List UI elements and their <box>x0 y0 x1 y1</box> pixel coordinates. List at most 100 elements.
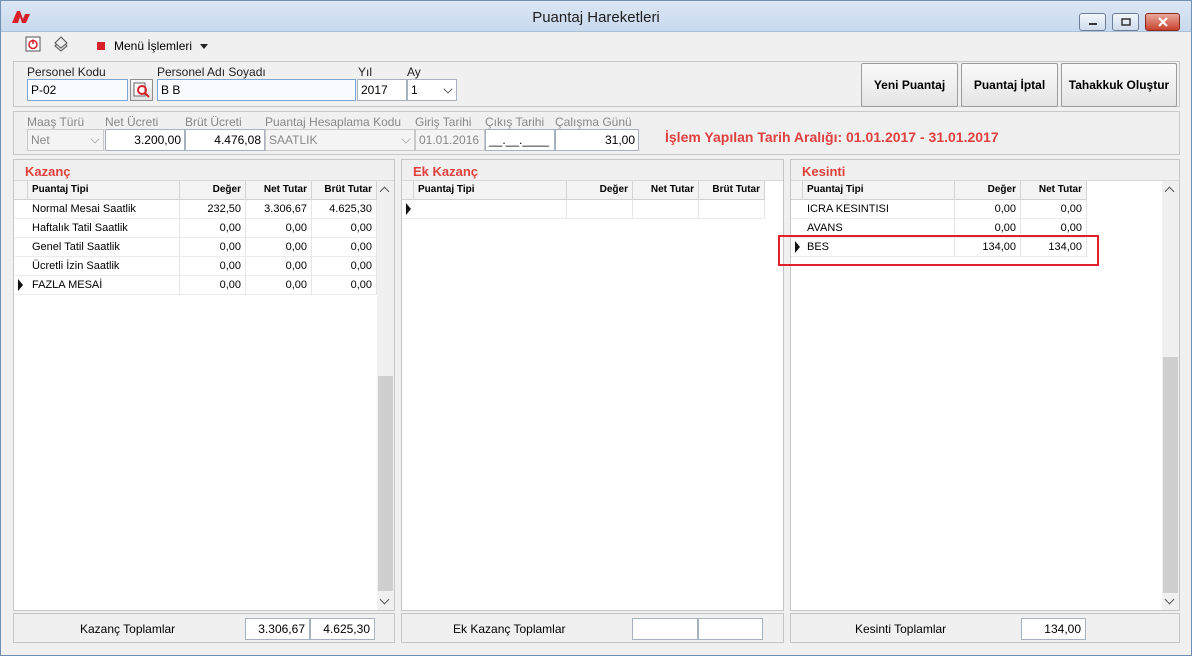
column-header[interactable]: Brüt Tutar <box>699 181 765 200</box>
column-header[interactable]: Net Tutar <box>246 181 312 200</box>
calisma-gunu-input[interactable]: 31,00 <box>555 129 639 151</box>
chevron-down-icon <box>443 84 453 94</box>
scroll-thumb[interactable] <box>378 376 393 591</box>
indicator-header <box>402 181 414 200</box>
maximize-icon <box>1120 18 1131 26</box>
table-row[interactable]: Genel Tatil Saatlik 0,00 0,00 0,00 <box>14 238 377 257</box>
menu-islemleri-button[interactable]: Menü İşlemleri <box>97 39 209 53</box>
kazanc-total-brut: 4.625,30 <box>310 618 375 640</box>
cell: Haftalık Tatil Saatlik <box>28 219 180 238</box>
scroll-up-icon[interactable] <box>379 186 390 197</box>
chevron-down-icon <box>200 43 209 49</box>
ek-kazanc-header: Puantaj Tipi Değer Net Tutar Brüt Tutar <box>402 181 765 200</box>
table-row[interactable]: ICRA KESINTISI 0,00 0,00 <box>791 200 1087 219</box>
table-row[interactable]: Normal Mesai Saatlik 232,50 3.306,67 4.6… <box>14 200 377 219</box>
giris-tarihi-input: 01.01.2016 <box>415 129 485 151</box>
close-icon <box>1157 17 1168 27</box>
menu-label: Menü İşlemleri <box>114 39 193 53</box>
ay-label: Ay <box>407 65 421 79</box>
kesinti-scrollbar[interactable] <box>1162 181 1179 610</box>
highlight-box <box>778 235 1099 266</box>
hesaplama-kodu-value: SAATLIK <box>269 133 318 147</box>
personel-adi-input[interactable]: B B <box>157 79 356 101</box>
minimize-button[interactable] <box>1079 13 1106 31</box>
ay-value: 1 <box>411 83 418 97</box>
column-header[interactable]: Puantaj Tipi <box>803 181 955 200</box>
column-header[interactable]: Net Tutar <box>633 181 699 200</box>
date-range-text: İşlem Yapılan Tarih Aralığı: 01.01.2017 … <box>665 129 999 145</box>
table-row-selected[interactable]: FAZLA MESAİ 0,00 0,00 0,00 <box>14 276 377 295</box>
kesinti-panel: Kesinti Puantaj Tipi Değer Net Tutar ICR… <box>790 159 1180 611</box>
cell: 0,00 <box>180 238 246 257</box>
scroll-down-icon[interactable] <box>379 594 390 605</box>
search-icon <box>133 82 150 98</box>
giris-tarihi-label: Giriş Tarihi <box>415 115 472 129</box>
cell: Genel Tatil Saatlik <box>28 238 180 257</box>
calisma-gunu-label: Çalışma Günü <box>555 115 632 129</box>
net-ucret-label: Net Ücreti <box>105 115 159 129</box>
scroll-down-icon[interactable] <box>1164 594 1175 605</box>
personel-search-button[interactable] <box>130 79 153 101</box>
cell <box>633 200 699 219</box>
cell: FAZLA MESAİ <box>28 276 180 295</box>
brut-ucret-input[interactable]: 4.476,08 <box>185 129 265 151</box>
column-header[interactable]: Puantaj Tipi <box>414 181 567 200</box>
kesinti-footer: Kesinti Toplamlar 134,00 <box>790 613 1180 643</box>
kazanc-title: Kazanç <box>14 160 394 181</box>
menu-square-icon <box>97 42 105 50</box>
power-icon[interactable] <box>25 36 41 52</box>
row-pointer-icon <box>406 203 411 215</box>
tahakkuk-olustur-button[interactable]: Tahakkuk Oluştur <box>1061 63 1177 107</box>
cell: 0,00 <box>180 276 246 295</box>
column-header[interactable]: Değer <box>180 181 246 200</box>
column-header[interactable]: Puantaj Tipi <box>28 181 180 200</box>
cell: 3.306,67 <box>246 200 312 219</box>
yeni-puantaj-button[interactable]: Yeni Puantaj <box>861 63 958 107</box>
kesinti-total-net: 134,00 <box>1021 618 1086 640</box>
cell: ICRA KESINTISI <box>803 200 955 219</box>
scroll-up-icon[interactable] <box>1164 186 1175 197</box>
kazanc-footer-label: Kazanç Toplamlar <box>80 622 176 636</box>
yil-input[interactable]: 2017 <box>357 79 407 101</box>
personel-kodu-label: Personel Kodu <box>27 65 106 79</box>
layers-icon[interactable] <box>53 36 69 52</box>
ek-kazanc-total-brut <box>698 618 763 640</box>
table-row-new[interactable] <box>402 200 765 219</box>
cell: 0,00 <box>312 238 377 257</box>
column-header[interactable]: Brüt Tutar <box>312 181 377 200</box>
brut-ucret-label: Brüt Ücreti <box>185 115 242 129</box>
table-row[interactable]: Ücretli İzin Saatlik 0,00 0,00 0,00 <box>14 257 377 276</box>
cell: Ücretli İzin Saatlik <box>28 257 180 276</box>
puantaj-iptal-button[interactable]: Puantaj İptal <box>961 63 1058 107</box>
maas-turu-label: Maaş Türü <box>27 115 85 129</box>
cikis-tarihi-label: Çıkış Tarihi <box>485 115 545 129</box>
cell: 0,00 <box>312 276 377 295</box>
column-header[interactable]: Değer <box>567 181 633 200</box>
ek-kazanc-title: Ek Kazanç <box>402 160 783 181</box>
cell: Normal Mesai Saatlik <box>28 200 180 219</box>
net-ucret-input[interactable]: 3.200,00 <box>105 129 185 151</box>
cell: 0,00 <box>312 219 377 238</box>
cell: 0,00 <box>180 219 246 238</box>
ek-kazanc-footer-label: Ek Kazanç Toplamlar <box>453 622 566 636</box>
cell: 0,00 <box>955 200 1021 219</box>
minimize-icon <box>1088 23 1097 25</box>
kesinti-footer-label: Kesinti Toplamlar <box>855 622 947 636</box>
indicator-header <box>14 181 28 200</box>
close-button[interactable] <box>1145 13 1180 31</box>
ay-select[interactable]: 1 <box>407 79 457 101</box>
cell: 0,00 <box>246 219 312 238</box>
maximize-button[interactable] <box>1112 13 1139 31</box>
scroll-thumb[interactable] <box>1163 357 1178 593</box>
column-header[interactable]: Net Tutar <box>1021 181 1087 200</box>
personel-kodu-input[interactable]: P-02 <box>27 79 128 101</box>
ek-kazanc-total-net <box>632 618 698 640</box>
toolbar: Menü İşlemleri <box>13 35 413 57</box>
maas-turu-value: Net <box>31 133 50 147</box>
column-header[interactable]: Değer <box>955 181 1021 200</box>
personel-adi-label: Personel Adı Soyadı <box>157 65 266 79</box>
cikis-tarihi-input[interactable]: __.__.____ <box>485 129 555 151</box>
kazanc-scrollbar[interactable] <box>377 181 394 610</box>
row-pointer-icon <box>18 279 23 291</box>
table-row[interactable]: Haftalık Tatil Saatlik 0,00 0,00 0,00 <box>14 219 377 238</box>
